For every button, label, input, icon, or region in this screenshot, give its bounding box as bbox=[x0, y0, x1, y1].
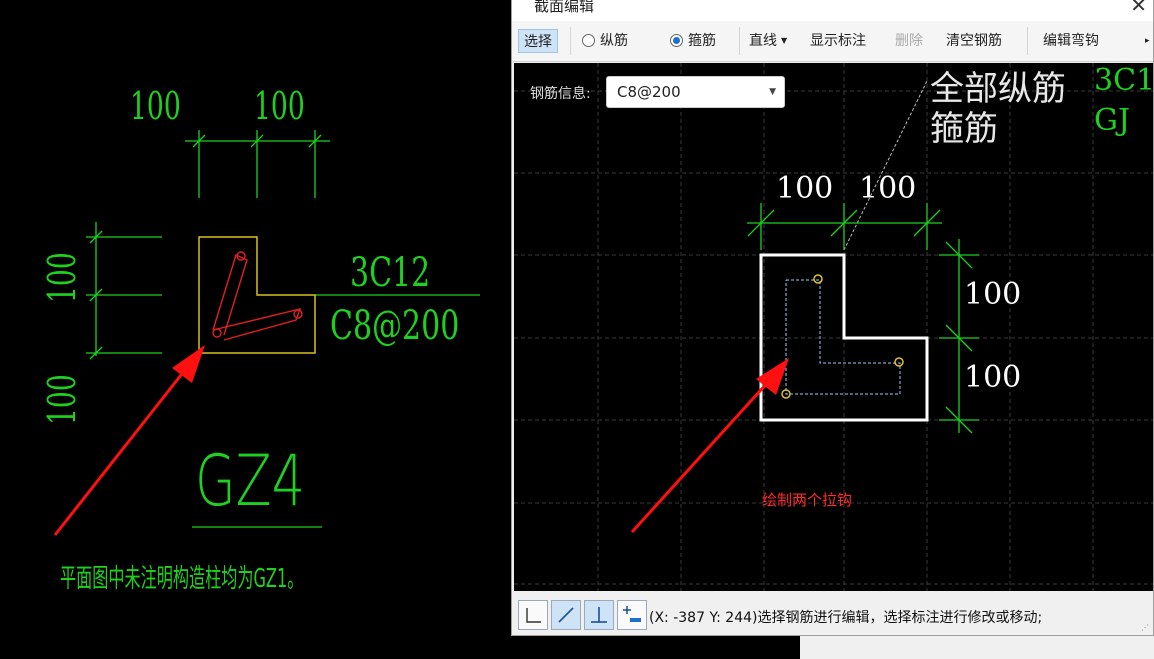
label-leader bbox=[843, 80, 928, 251]
canvas-dim-top-left: 100 bbox=[776, 171, 834, 206]
diagonal-line-icon bbox=[558, 607, 574, 623]
toolbar-separator bbox=[739, 27, 740, 55]
section-canvas[interactable]: 钢筋信息: C8@200 ▼ 全部纵筋 箍筋 3C12 GJ 100 100 1… bbox=[514, 63, 1154, 591]
section-edit-dialog: 截面编辑 ✕ 选择 纵筋 箍筋 直线 ▼ 显示标注 删除 清空钢筋 编辑弯钩 ▸ bbox=[511, 0, 1154, 636]
canvas-grid bbox=[514, 63, 1153, 591]
left-column-id: GZ4 bbox=[195, 440, 306, 522]
ortho-snap-button[interactable] bbox=[518, 600, 548, 630]
annotation-text: 绘制两个拉钩 bbox=[762, 491, 853, 509]
canvas-dim-right-bottom: 100 bbox=[964, 360, 1022, 395]
canvas-longitudinal-value: 3C12 bbox=[1094, 63, 1154, 98]
ortho-corner-icon bbox=[526, 608, 541, 623]
left-note: 平面图中未注明构造柱均为GZ1。 bbox=[60, 564, 304, 594]
radio-off-icon bbox=[582, 34, 595, 47]
dialog-toolbar: 选择 纵筋 箍筋 直线 ▼ 显示标注 删除 清空钢筋 编辑弯钩 ▸ bbox=[512, 21, 1153, 62]
line-mode-label: 直线 bbox=[749, 33, 777, 49]
left-dim-top-left: 100 bbox=[130, 84, 181, 128]
delete-button[interactable]: 删除 bbox=[895, 29, 923, 53]
background-window-strip bbox=[800, 636, 1154, 659]
status-text: (X: -387 Y: 244)选择钢筋进行编辑，选择标注进行修改或移动; bbox=[649, 610, 1043, 626]
close-icon[interactable]: ✕ bbox=[1130, 0, 1147, 17]
chevron-down-icon: ▼ bbox=[769, 87, 776, 97]
chevron-down-icon: ▼ bbox=[781, 36, 788, 45]
left-longitudinal-rebar: 3C12 bbox=[350, 250, 431, 296]
stirrup-radio[interactable]: 箍筋 bbox=[670, 29, 716, 53]
longitudinal-label: 纵筋 bbox=[600, 33, 628, 49]
rebar-info-label: 钢筋信息: bbox=[530, 86, 591, 102]
line-snap-button[interactable] bbox=[551, 600, 581, 630]
resize-grip-icon[interactable]: ⋰ bbox=[1141, 623, 1149, 632]
longitudinal-radio[interactable]: 纵筋 bbox=[582, 29, 628, 53]
canvas-dimensions bbox=[747, 203, 979, 434]
toolbar-separator bbox=[570, 27, 571, 55]
perpendicular-button[interactable] bbox=[584, 600, 614, 630]
left-dim-left-bottom: 100 bbox=[40, 374, 84, 425]
stirrup-label: 箍筋 bbox=[688, 33, 716, 49]
select-button[interactable]: 选择 bbox=[518, 29, 558, 53]
line-mode-dropdown[interactable]: 直线 ▼ bbox=[749, 29, 787, 53]
left-dim-left-top: 100 bbox=[40, 252, 84, 303]
radio-on-icon bbox=[670, 34, 683, 47]
status-bar: (X: -387 Y: 244)选择钢筋进行编辑，选择标注进行修改或移动; ⋰ bbox=[512, 597, 1153, 635]
canvas-drawing bbox=[514, 63, 1153, 591]
dialog-title: 截面编辑 bbox=[534, 0, 595, 15]
rebar-info-select[interactable]: C8@200 ▼ bbox=[606, 76, 785, 108]
toolbar-separator bbox=[1027, 27, 1028, 55]
show-dims-button[interactable]: 显示标注 bbox=[810, 29, 866, 53]
canvas-dim-top-right: 100 bbox=[859, 171, 917, 206]
column-outline bbox=[198, 236, 316, 354]
perpendicular-icon bbox=[591, 607, 607, 623]
clear-rebar-button[interactable]: 清空钢筋 bbox=[946, 29, 1002, 53]
left-dim-top-right: 100 bbox=[254, 84, 305, 128]
canvas-stirrup-label: 箍筋 bbox=[930, 109, 998, 149]
rebar-info-value: C8@200 bbox=[617, 83, 681, 101]
edit-hook-button[interactable]: 编辑弯钩 bbox=[1043, 29, 1099, 53]
canvas-stirrup-value: GJ bbox=[1094, 103, 1130, 138]
add-point-button[interactable] bbox=[617, 600, 647, 630]
dialog-titlebar[interactable]: 截面编辑 ✕ bbox=[512, 0, 1153, 21]
more-arrow-icon[interactable]: ▸ bbox=[1145, 29, 1150, 53]
left-stirrup: C8@200 bbox=[330, 303, 460, 349]
canvas-dim-right-top: 100 bbox=[964, 277, 1022, 312]
plus-minus-icon bbox=[623, 606, 641, 622]
